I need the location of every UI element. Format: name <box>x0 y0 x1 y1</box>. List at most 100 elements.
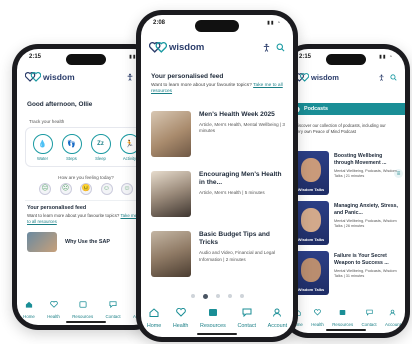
nav-label: Contact <box>361 322 377 327</box>
podcast-thumbnail: Wisdom Talks <box>293 151 329 195</box>
nav-label: Home <box>23 314 35 319</box>
bottom-nav: Home Health Resources Contact Account <box>141 304 293 329</box>
logo-text: wisdom <box>169 41 205 53</box>
podcast-title: Failure is Your Secret Weapon to Success… <box>334 253 389 266</box>
resources-icon <box>339 303 346 321</box>
carousel-dot[interactable] <box>227 294 232 298</box>
podcast-card[interactable]: Wisdom Talks Boosting Wellbeing through … <box>293 151 399 195</box>
article-card[interactable]: Basic Budget Tips and Tricks Audio and Vi… <box>151 231 285 277</box>
home-indicator <box>66 321 106 323</box>
tracker-steps[interactable]: 👣 Steps <box>61 133 82 161</box>
speaker-photo <box>301 158 321 182</box>
nav-label: Account <box>267 323 288 329</box>
wisdom-logo[interactable]: wisdom <box>149 42 204 53</box>
heart-logo-icon <box>25 72 41 82</box>
accessibility-icon[interactable] <box>378 74 385 81</box>
nav-label: Health <box>47 314 60 319</box>
nav-label: Contact <box>237 323 257 329</box>
nav-contact[interactable]: Contact <box>237 304 256 329</box>
article-card[interactable]: Men's Health Week 2025 Article, Men's Hea… <box>151 111 285 157</box>
status-icons: ▮▮ ◔ <box>267 20 281 26</box>
wisdom-logo[interactable]: wisdom <box>25 72 75 82</box>
podcast-tag: Wisdom Talks <box>297 287 325 292</box>
nav-home[interactable]: Home <box>147 304 161 329</box>
divider <box>25 200 147 201</box>
dynamic-island <box>195 20 239 32</box>
mood-very-sad-icon[interactable]: ☹ <box>39 183 51 195</box>
article-title: Men's Health Week 2025 <box>199 111 275 118</box>
feed-title: Your personalised feed <box>151 73 224 80</box>
accessibility-icon[interactable] <box>262 43 271 52</box>
podcast-meta: Mental Wellbeing, Podcasts, Wisdom Talks… <box>334 169 397 178</box>
heart-icon <box>175 304 186 322</box>
mood-selector: ☹ ☹ 😐 ☺ ☺ <box>39 183 133 195</box>
podcasts-title: Podcasts <box>304 106 328 112</box>
carousel-dot[interactable] <box>190 294 195 298</box>
mood-neutral-icon[interactable]: 😐 <box>80 183 92 195</box>
article-title: Basic Budget Tips and Tricks <box>199 231 270 247</box>
nav-resources[interactable]: Resources <box>332 303 353 327</box>
carousel-dot-active[interactable] <box>202 294 208 299</box>
nav-label: Resources <box>200 323 226 329</box>
home-indicator <box>326 329 366 331</box>
nav-label: Health <box>172 323 189 329</box>
nav-health[interactable]: Health <box>172 304 189 329</box>
status-icons: ▮▮ ◔ <box>379 54 393 60</box>
wisdom-logo[interactable]: wisdom <box>295 73 339 82</box>
home-icon <box>25 295 33 313</box>
logo-text: wisdom <box>43 72 75 82</box>
nav-home[interactable]: Home <box>23 295 35 319</box>
speaker-photo <box>301 208 321 232</box>
track-health-label: Track your health <box>29 119 65 124</box>
nav-account[interactable]: Account <box>268 304 287 329</box>
mood-sad-icon[interactable]: ☹ <box>59 183 72 195</box>
feed-card[interactable]: Why Use the SAP <box>27 232 145 252</box>
mood-very-happy-icon[interactable]: ☺ <box>121 183 133 195</box>
podcasts-header: Podcasts <box>287 103 405 115</box>
app-header: wisdom <box>295 69 397 85</box>
speaker-photo <box>301 258 321 282</box>
bottom-nav: Home Health Resources Contact Account <box>17 295 155 319</box>
nav-account[interactable]: Account <box>385 303 401 327</box>
podcast-thumbnail: Wisdom Talks <box>293 201 329 245</box>
steps-icon: 👣 <box>61 133 82 154</box>
podcast-card[interactable]: Wisdom Talks Failure is Your Secret Weap… <box>293 251 399 295</box>
article-thumbnail <box>27 232 57 252</box>
mood-happy-icon[interactable]: ☺ <box>100 183 113 195</box>
podcast-thumbnail: Wisdom Talks <box>293 251 329 295</box>
nav-label: Resources <box>332 322 354 327</box>
water-icon: 💧 <box>32 133 53 154</box>
nav-contact[interactable]: Contact <box>362 303 377 327</box>
nav-health[interactable]: Health <box>311 303 324 327</box>
nav-resources[interactable]: Resources <box>200 304 226 329</box>
home-icon <box>149 304 159 322</box>
chat-icon <box>109 295 117 313</box>
sleep-icon: Zz <box>90 133 111 154</box>
nav-contact[interactable]: Contact <box>106 295 121 319</box>
podcasts-screen: 2:15 ▮▮ ◔ wisdom Podcasts Discover our c… <box>287 49 405 333</box>
tracker-sleep[interactable]: Zz Sleep <box>90 133 111 161</box>
podcast-card[interactable]: Wisdom Talks Managing Anxiety, Stress, a… <box>293 201 399 245</box>
search-icon[interactable] <box>276 43 285 52</box>
nav-label: Account <box>384 322 401 327</box>
status-time: 2:08 <box>153 20 166 26</box>
feed-screen: 2:08 ▮▮ ◔ wisdom Your personalised feed … <box>141 15 293 337</box>
dynamic-island <box>326 54 366 65</box>
accessibility-icon[interactable] <box>126 73 134 81</box>
feed-title: Your personalised feed <box>27 205 87 211</box>
dynamic-island <box>66 54 106 65</box>
carousel-dot[interactable] <box>215 294 220 298</box>
carousel-dot[interactable] <box>239 294 244 298</box>
tracker-water[interactable]: 💧 Water <box>32 133 53 161</box>
search-icon[interactable] <box>390 73 397 81</box>
nav-resources[interactable]: Resources <box>72 295 93 319</box>
health-tracker-card: 💧 Water 👣 Steps Zz Sleep 🏃 Activity <box>25 127 147 167</box>
carousel-dots <box>141 294 293 299</box>
article-thumbnail <box>151 231 191 277</box>
status-time: 2:15 <box>299 54 312 60</box>
podcast-title: Managing Anxiety, Stress, and Panic... <box>334 203 398 216</box>
article-card[interactable]: Encouraging Men's Health in the... Articl… <box>151 171 285 217</box>
nav-health[interactable]: Health <box>47 295 60 319</box>
home-indicator <box>197 333 237 335</box>
podcast-meta: Mental Wellbeing, Podcasts, Wisdom Talks… <box>334 269 397 278</box>
